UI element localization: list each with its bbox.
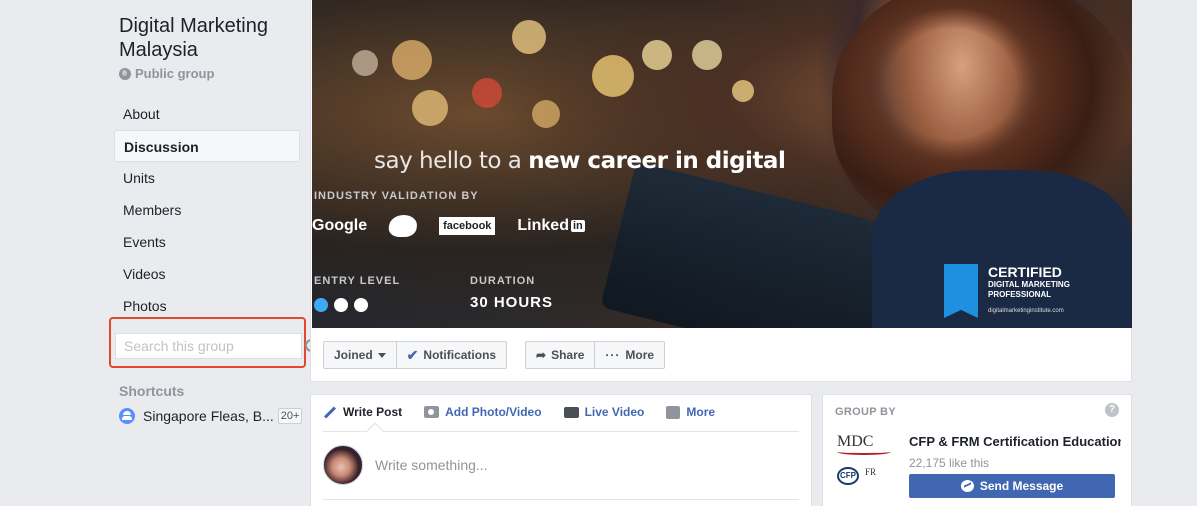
- ellipsis-icon: ···: [605, 348, 621, 362]
- send-message-button[interactable]: Send Message: [909, 474, 1115, 498]
- level-dots: [314, 298, 368, 312]
- notifications-button[interactable]: ✔ Notifications: [396, 341, 508, 369]
- facebook-logo: facebook: [439, 217, 496, 235]
- duration-label: DURATION: [470, 275, 536, 287]
- avatar[interactable]: [323, 445, 363, 485]
- level-dot: [334, 298, 348, 312]
- tab-live-video[interactable]: Live Video: [563, 405, 667, 419]
- shortcut-label[interactable]: Singapore Fleas, B...: [143, 408, 274, 424]
- group-search-input[interactable]: [116, 338, 305, 354]
- level-dot-filled: [314, 298, 328, 312]
- more-button[interactable]: ··· More: [595, 341, 666, 369]
- group-privacy: Public group: [119, 66, 214, 81]
- frm-logo: FR: [865, 467, 877, 477]
- group-nav: About Discussion Units Members Events Vi…: [114, 98, 300, 322]
- search-highlight: [109, 317, 318, 368]
- nav-item-about[interactable]: About: [114, 98, 300, 130]
- bokeh-light: [732, 80, 754, 102]
- certified-badge: CERTIFIED DIGITAL MARKETING PROFESSIONAL…: [944, 264, 1070, 318]
- checkmark-icon: ✔: [406, 346, 419, 363]
- pencil-icon: [323, 405, 337, 419]
- bokeh-light: [692, 40, 722, 70]
- cover-headline: say hello to a new career in digital: [374, 148, 786, 174]
- duration-value: 30 HOURS: [470, 294, 554, 311]
- group-name[interactable]: Digital Marketing Malaysia: [119, 14, 309, 62]
- bokeh-light: [392, 40, 432, 80]
- entry-level-label: ENTRY LEVEL: [314, 275, 401, 287]
- group-by-card: GROUP BY ? MDC CFP FR CFP & FRM Certific…: [822, 394, 1132, 506]
- certified-sub: DIGITAL MARKETING: [988, 280, 1070, 289]
- partner-logos: Google facebook Linked in: [312, 215, 585, 237]
- bokeh-light: [592, 55, 634, 97]
- certified-flag-icon: [944, 264, 978, 318]
- nav-item-videos[interactable]: Videos: [114, 258, 300, 290]
- video-camera-icon: [563, 406, 579, 418]
- write-post-input[interactable]: [375, 457, 755, 473]
- photo-icon: [424, 406, 440, 418]
- tab-write-post[interactable]: Write Post: [323, 405, 424, 419]
- bokeh-light: [352, 50, 378, 76]
- level-dot: [354, 298, 368, 312]
- nav-item-discussion[interactable]: Discussion: [114, 130, 300, 162]
- caret-down-icon: [377, 352, 386, 358]
- shortcuts-title: Shortcuts: [119, 383, 185, 399]
- share-button[interactable]: ➦ Share: [525, 341, 596, 369]
- help-icon[interactable]: ?: [1105, 403, 1119, 417]
- bokeh-light: [512, 20, 546, 54]
- share-actions: ➦ Share ··· More: [525, 341, 666, 369]
- membership-actions: Joined ✔ Notifications: [323, 341, 508, 369]
- more-icon: [666, 405, 681, 419]
- page-likes: 22,175 like this: [909, 456, 990, 470]
- nav-item-events[interactable]: Events: [114, 226, 300, 258]
- bokeh-light: [472, 78, 502, 108]
- cover-card: say hello to a new career in digital IND…: [310, 0, 1132, 382]
- shortcut-item[interactable]: Singapore Fleas, B... 20+: [119, 408, 303, 424]
- certified-sub: PROFESSIONAL: [988, 290, 1052, 299]
- nav-item-units[interactable]: Units: [114, 162, 300, 194]
- group-by-title: GROUP BY: [835, 406, 896, 418]
- cover-photo[interactable]: say hello to a new career in digital IND…: [312, 0, 1132, 328]
- composer-tabs: Write Post Add Photo/Video Live Video Mo…: [323, 405, 737, 419]
- joined-button[interactable]: Joined: [323, 341, 397, 369]
- certified-url: digitalmarketinginstitute.com: [988, 308, 1064, 314]
- post-composer: Write Post Add Photo/Video Live Video Mo…: [310, 394, 812, 506]
- tab-more[interactable]: More: [666, 405, 737, 419]
- certified-title: CERTIFIED: [988, 264, 1062, 280]
- page-logo[interactable]: MDC CFP FR: [837, 433, 897, 495]
- bokeh-light: [642, 40, 672, 70]
- page-name[interactable]: CFP & FRM Certification Education: [909, 434, 1121, 449]
- bokeh-light: [532, 100, 560, 128]
- tab-add-photo-video[interactable]: Add Photo/Video: [424, 405, 563, 419]
- bokeh-light: [412, 90, 448, 126]
- twitter-bird-icon: [387, 215, 420, 237]
- linkedin-logo: Linked in: [517, 217, 585, 234]
- group-search: [115, 333, 318, 359]
- divider: [323, 431, 799, 432]
- messenger-icon: [960, 480, 974, 492]
- validation-label: INDUSTRY VALIDATION BY: [314, 190, 479, 202]
- cfp-logo: CFP: [837, 467, 859, 485]
- google-logo: Google: [312, 217, 368, 234]
- share-arrow-icon: ➦: [536, 348, 547, 362]
- active-tab-pointer: [366, 422, 384, 440]
- nav-item-members[interactable]: Members: [114, 194, 300, 226]
- globe-icon: [119, 67, 131, 80]
- group-icon: [119, 408, 135, 424]
- shortcut-count-badge: 20+: [277, 408, 303, 424]
- privacy-label: Public group: [135, 66, 215, 81]
- divider: [323, 499, 799, 500]
